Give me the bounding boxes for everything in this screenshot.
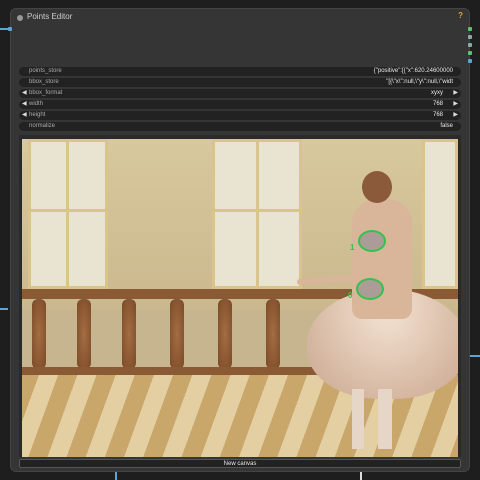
dancer-body [352,199,412,319]
bbox-store-field[interactable]: bbox_store "[{\"x\":null,\"y\":null,\"wi… [19,78,461,87]
widget-label: width [29,101,44,107]
output-slot[interactable] [468,59,472,63]
right-arrow-icon[interactable]: ▶ [453,89,458,98]
widget-label: height [29,112,46,118]
point-label: 1 [350,243,355,252]
right-arrow-icon[interactable]: ▶ [453,111,458,120]
window-mullion [256,139,259,289]
point-label: 0 [348,291,353,300]
baluster [32,299,46,369]
right-arrow-icon[interactable]: ▶ [453,100,458,109]
help-badge-icon[interactable]: ? [458,11,463,20]
normalize-toggle[interactable]: normalize false [19,122,461,131]
baluster [170,299,184,369]
bbox-format-combo[interactable]: ◀ bbox_format xyxy ▶ [19,89,461,98]
points-store-field[interactable]: points_store {"positive":[{"x":620.24600… [19,67,461,76]
point-marker[interactable] [358,230,386,252]
widget-value: xyxy [431,90,443,96]
widget-label: bbox_format [29,90,63,96]
left-arrow-icon[interactable]: ◀ [22,89,27,98]
height-number[interactable]: ◀ height 768 ▶ [19,111,461,120]
node-title-bar[interactable]: Points Editor ? [11,9,469,27]
output-slot[interactable] [468,35,472,39]
widget-value: 768 [432,101,443,107]
node-title: Points Editor [27,12,73,21]
left-arrow-icon[interactable]: ◀ [22,100,27,109]
widget-label: points_store [29,68,62,74]
input-slot[interactable] [8,27,12,31]
dancer-head [362,171,392,203]
points-canvas[interactable]: 1 0 [19,135,461,457]
collapse-dot-icon[interactable] [17,15,23,21]
canvas-image[interactable]: 1 0 [22,139,458,457]
widget-value: false [440,123,453,129]
window-mullion [66,139,69,289]
widget-value: {"positive":[{"x":620.24600000 [373,68,453,74]
output-slot[interactable] [468,51,472,55]
output-slot[interactable] [468,27,472,31]
widget-value: "[{\"x\":null,\"y\":null,\"widt [386,79,453,85]
dancer-legs [352,389,392,449]
graph-edge [470,355,480,357]
window-mullion [212,209,302,212]
baluster [122,299,136,369]
graph-edge [0,28,8,30]
baluster [77,299,91,369]
point-marker[interactable] [356,278,384,300]
graph-edge [0,308,8,310]
widget-label: bbox_store [29,79,59,85]
width-number[interactable]: ◀ width 768 ▶ [19,100,461,109]
output-slot[interactable] [468,43,472,47]
baluster [218,299,232,369]
baluster [266,299,280,369]
window [422,139,458,289]
new-canvas-button[interactable]: New canvas [19,459,461,468]
widget-label: normalize [29,123,56,129]
points-editor-node[interactable]: Points Editor ? points_store {"positive"… [8,8,472,472]
left-arrow-icon[interactable]: ◀ [22,111,27,120]
window-mullion [28,209,108,212]
widget-value: 768 [432,112,443,118]
